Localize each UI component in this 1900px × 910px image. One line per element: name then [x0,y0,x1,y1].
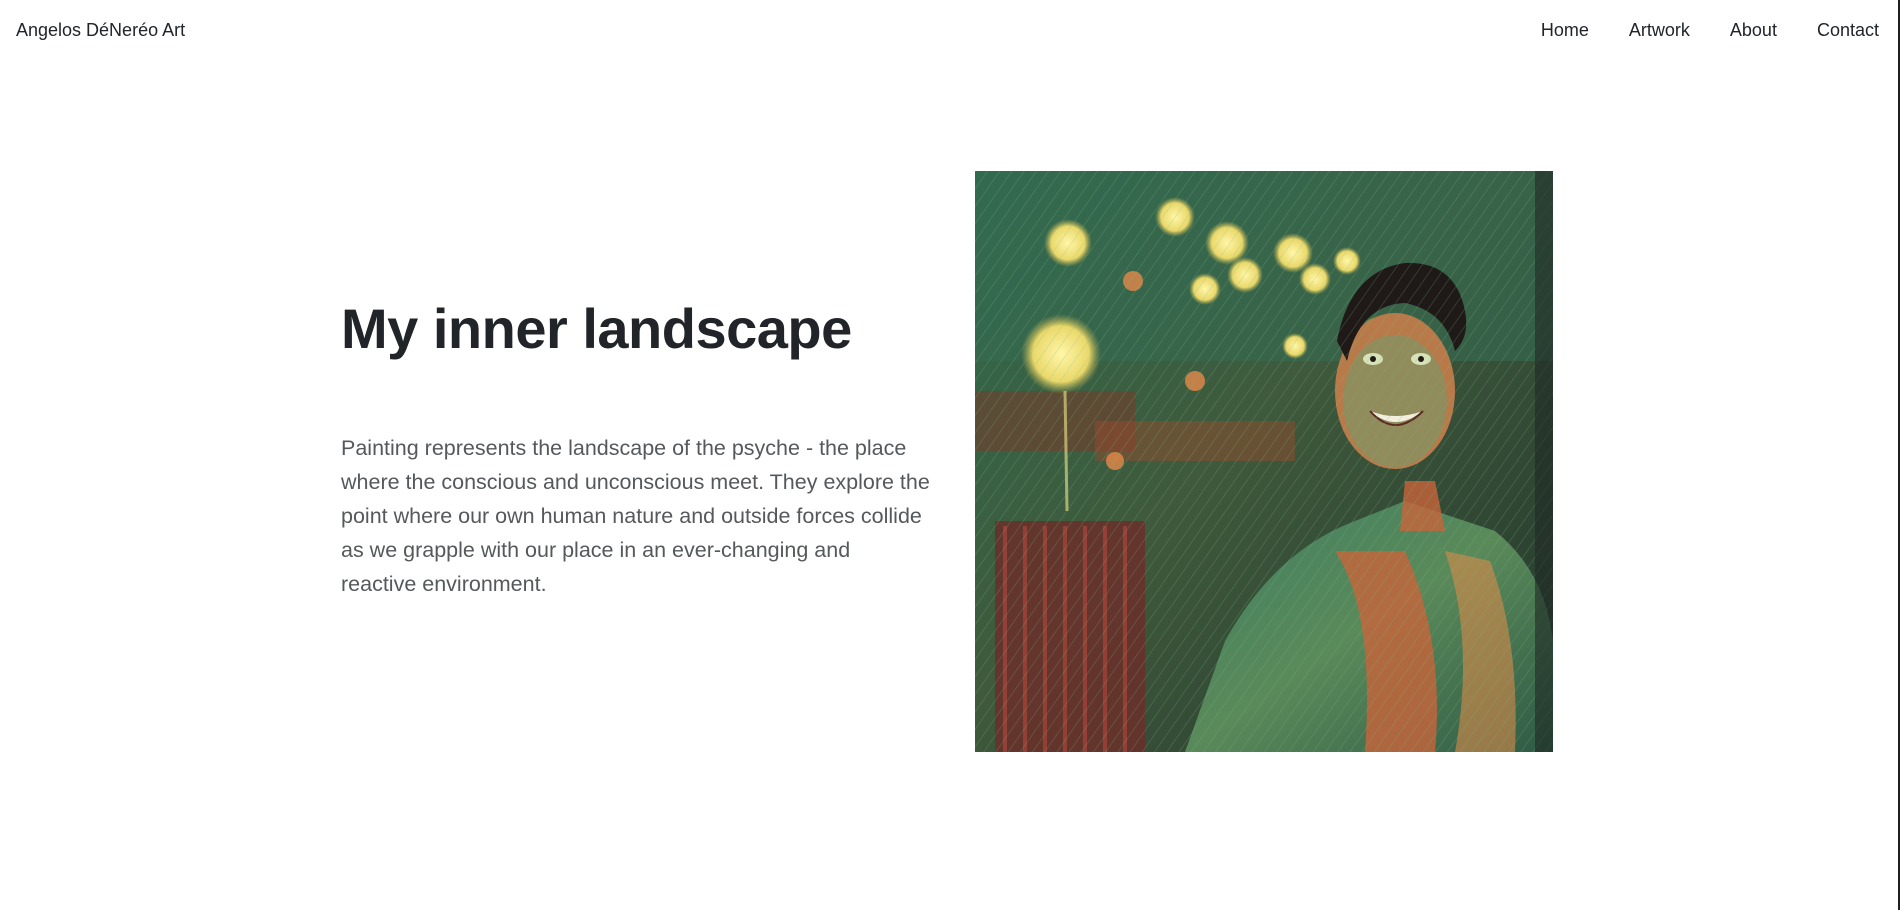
nav-links: Home Artwork About Contact [1521,20,1879,41]
nav-artwork-link[interactable]: Artwork [1609,20,1710,41]
top-navbar: Angelos DéNeréo Art Home Artwork About C… [0,0,1900,64]
nav-home-link[interactable]: Home [1521,20,1609,41]
hero-title: My inner landscape [341,297,852,360]
hero-description: Painting represents the landscape of the… [341,436,930,596]
portrait-painting-image [975,171,1553,752]
nav-contact-link[interactable]: Contact [1797,20,1879,41]
nav-about-link[interactable]: About [1710,20,1797,41]
brand-link[interactable]: Angelos DéNeréo Art [16,20,185,41]
